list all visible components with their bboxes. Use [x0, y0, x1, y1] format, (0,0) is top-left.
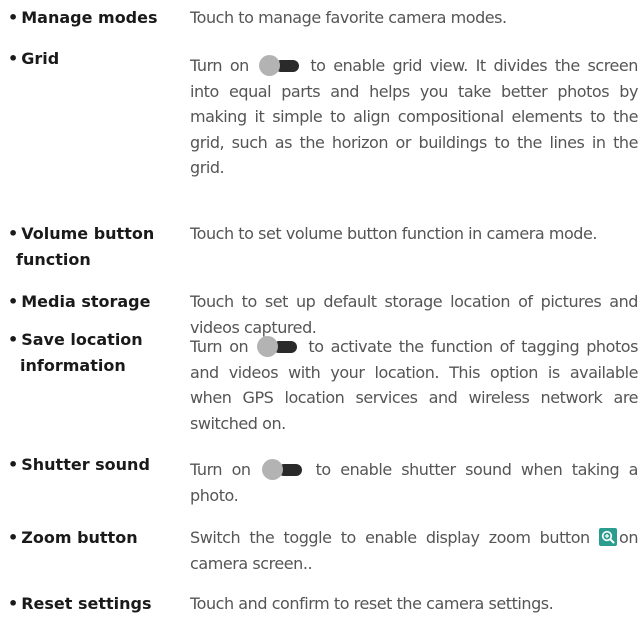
setting-desc-grid: Turn on to enable grid view. It divides …: [190, 53, 638, 181]
term-label: Grid: [21, 49, 60, 68]
term-label: Reset settings: [21, 594, 152, 613]
setting-term-grid: • Grid: [8, 46, 190, 72]
setting-desc-zoom-button: Switch the toggle to enable display zoom…: [190, 525, 638, 576]
setting-desc-volume-button-function: Touch to set volume button function in c…: [190, 224, 598, 243]
setting-term-media-storage: • Media storage: [8, 289, 190, 315]
toggle-switch-icon: [257, 336, 299, 357]
setting-term-manage-modes: • Manage modes: [8, 5, 190, 31]
term-label-line1: • Save location: [8, 330, 143, 349]
setting-desc-media-storage: Touch to set up default storage location…: [190, 292, 638, 337]
setting-term-shutter-sound: • Shutter sound: [8, 452, 190, 478]
setting-desc-reset-settings: Touch and confirm to reset the camera se…: [190, 594, 554, 613]
setting-term-reset-settings: • Reset settings: [8, 591, 190, 617]
zoom-in-icon: [598, 528, 617, 546]
term-label: Zoom button: [21, 528, 138, 547]
term-label-line2: function: [16, 249, 91, 269]
bullet: •: [8, 330, 19, 349]
setting-term-volume-button-function: • Volume button function: [8, 221, 190, 272]
term-label: Shutter sound: [21, 455, 150, 474]
bullet: •: [8, 455, 19, 474]
setting-desc-manage-modes: Touch to manage favorite camera modes.: [190, 8, 507, 27]
toggle-switch-icon: [262, 459, 304, 480]
term-label: Media storage: [21, 292, 151, 311]
desc-text-before: Switch the toggle to enable display zoom…: [190, 528, 590, 547]
desc-text-before: Turn on: [190, 337, 249, 356]
term-label: Manage modes: [21, 8, 158, 27]
setting-desc-shutter-sound: Turn on to enable shutter sound when tak…: [190, 457, 638, 508]
toggle-switch-icon: [258, 55, 301, 76]
bullet: •: [8, 594, 19, 613]
desc-text-after: to enable grid view. It divides the scre…: [190, 56, 638, 177]
bullet: •: [8, 292, 19, 311]
bullet: •: [8, 8, 19, 27]
term-label-line2: information: [20, 355, 126, 375]
setting-term-save-location-information: • Save location information: [8, 327, 190, 378]
setting-term-zoom-button: • Zoom button: [8, 525, 190, 551]
bullet: •: [8, 224, 19, 243]
desc-text-after: to enable shutter sound when taking a ph…: [190, 460, 639, 505]
bullet: •: [8, 528, 19, 547]
setting-desc-save-location-information: Turn on to activate the function of tagg…: [190, 334, 638, 436]
desc-text-before: Turn on: [190, 56, 249, 75]
desc-text-before: Turn on: [190, 460, 251, 479]
term-label-line1: • Volume button: [8, 224, 155, 243]
bullet: •: [8, 49, 19, 68]
